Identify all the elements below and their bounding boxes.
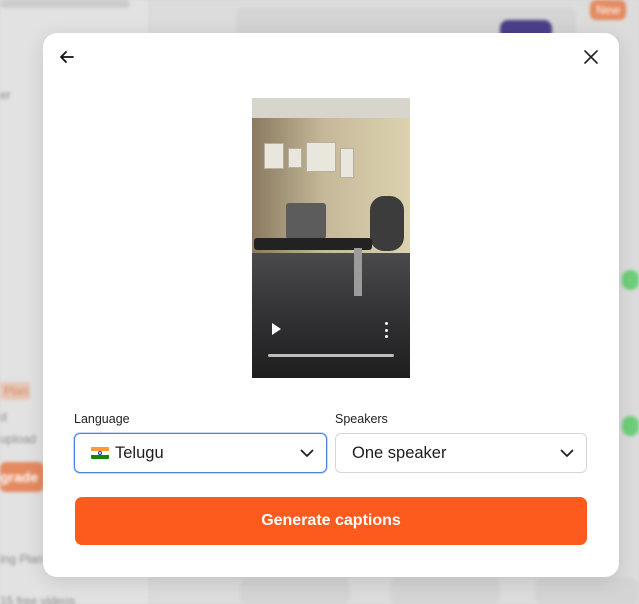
background-bar (0, 0, 130, 8)
speakers-label: Speakers (335, 412, 388, 426)
speakers-select[interactable]: One speaker (335, 433, 587, 473)
video-poster (340, 148, 354, 178)
india-flag-icon (91, 447, 109, 459)
more-vertical-icon[interactable] (384, 322, 388, 338)
play-icon[interactable] (272, 323, 281, 335)
video-bench-leg (354, 248, 362, 296)
background-plan-badge: Plan (0, 382, 30, 400)
background-upgrade-button: grade (0, 462, 44, 492)
video-poster (288, 148, 302, 168)
background-new-badge: New (590, 0, 626, 20)
video-floor (252, 253, 410, 378)
background-text: 15 free videos (0, 594, 76, 604)
chevron-down-icon (560, 449, 574, 457)
video-machine (286, 203, 326, 239)
close-icon[interactable] (577, 43, 605, 71)
arrow-left-icon[interactable] (53, 43, 81, 71)
language-label: Language (74, 412, 130, 426)
language-value: Telugu (115, 443, 164, 462)
background-badge (622, 270, 639, 290)
video-ceiling (252, 98, 410, 118)
video-rower (370, 196, 404, 251)
background-card (240, 578, 350, 604)
caption-modal: Language Telugu Speakers One speaker Gen… (43, 33, 619, 577)
video-preview[interactable] (252, 98, 410, 378)
video-poster (264, 143, 284, 169)
language-select[interactable]: Telugu (74, 433, 327, 473)
background-badge (622, 416, 639, 436)
background-text: er (0, 88, 11, 102)
background-text: ing Plan (0, 552, 44, 566)
background-text: upload (0, 432, 37, 446)
background-card (390, 578, 500, 604)
speakers-value: One speaker (352, 443, 447, 462)
chevron-down-icon (300, 449, 314, 457)
generate-captions-button[interactable]: Generate captions (75, 497, 587, 545)
video-poster (306, 142, 336, 172)
video-progress-bar[interactable] (268, 354, 394, 357)
background-text: d (0, 410, 7, 424)
background-card (535, 578, 639, 604)
